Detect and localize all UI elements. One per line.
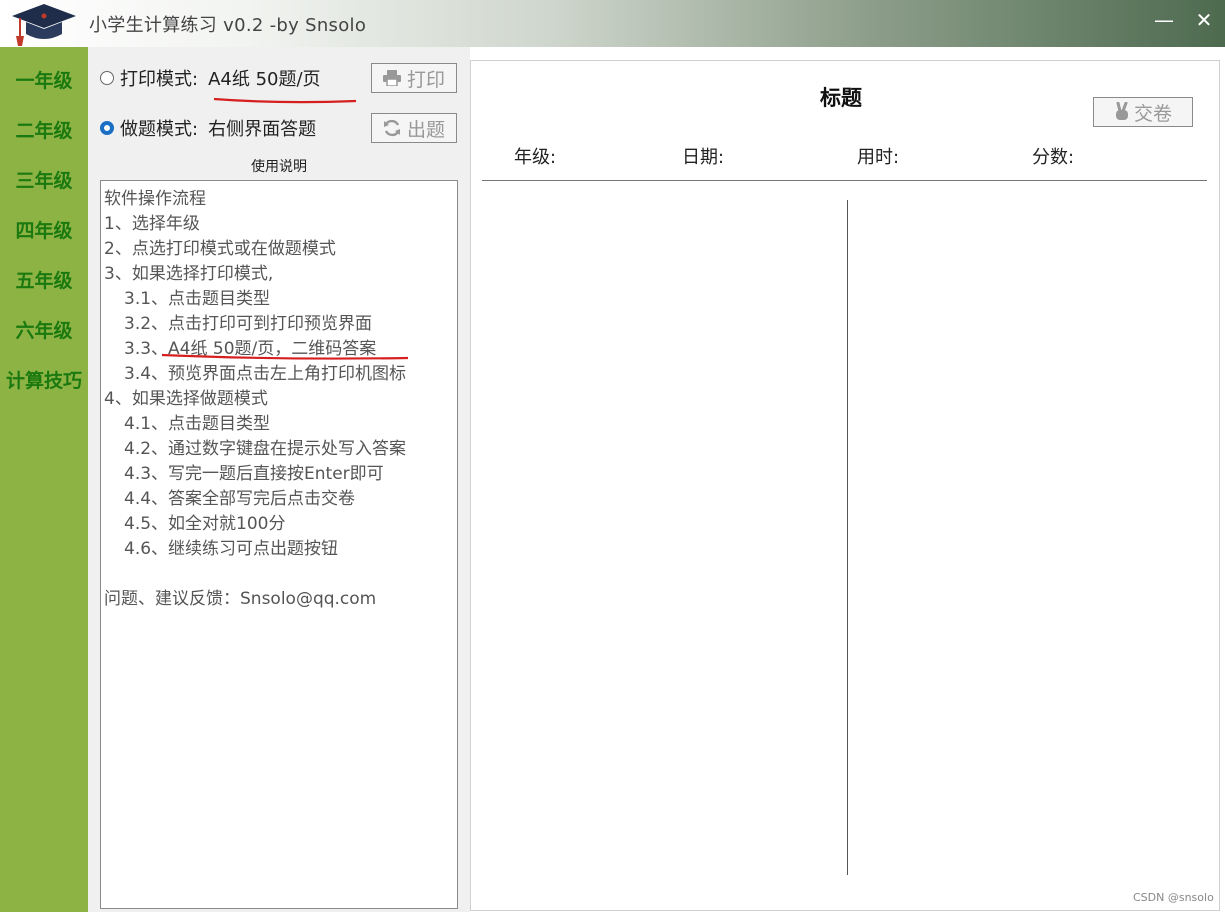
- sidebar-item-grade-1[interactable]: 一年级: [0, 63, 88, 99]
- help-line: 4.3、写完一题后直接按Enter即可: [124, 464, 384, 484]
- help-line: 4.6、继续练习可点出题按钮: [124, 539, 339, 559]
- practice-mode-radio[interactable]: 做题模式: 右侧界面答题: [100, 115, 316, 141]
- answer-sheet-panel: [470, 60, 1220, 911]
- sidebar-item-grade-2[interactable]: 二年级: [0, 113, 88, 149]
- radio-checked-icon[interactable]: [100, 121, 114, 135]
- help-line: 3.2、点击打印可到打印预览界面: [124, 314, 373, 334]
- watermark: CSDN @snsolo: [1133, 891, 1214, 904]
- title-bar: 小学生计算练习 v0.2 -by Snsolo — ✕: [0, 0, 1225, 47]
- submit-button[interactable]: 交卷: [1093, 97, 1193, 127]
- score-label: 分数:: [1032, 147, 1075, 168]
- sidebar-item-grade-4[interactable]: 四年级: [0, 213, 88, 249]
- help-line: 4、如果选择做题模式: [104, 389, 268, 409]
- sidebar-item-grade-5[interactable]: 五年级: [0, 263, 88, 299]
- grade-label: 年级:: [514, 147, 557, 168]
- refresh-icon: [383, 119, 400, 137]
- help-line: 2、点选打印模式或在做题模式: [104, 239, 336, 259]
- generate-button[interactable]: 出题: [371, 113, 457, 143]
- help-line: 4.2、通过数字键盘在提示处写入答案: [124, 439, 407, 459]
- help-line: 3.4、预览界面点击左上角打印机图标: [124, 364, 407, 384]
- practice-mode-label: 做题模式:: [120, 119, 199, 140]
- help-line: 4.5、如全对就100分: [124, 514, 286, 534]
- minimize-button[interactable]: —: [1150, 8, 1178, 32]
- red-annotation-underline: [213, 97, 357, 104]
- print-mode-radio[interactable]: 打印模式: A4纸 50题/页: [100, 65, 321, 91]
- help-line: 4.1、点击题目类型: [124, 414, 271, 434]
- close-button[interactable]: ✕: [1190, 8, 1218, 32]
- help-title: 使用说明: [251, 159, 307, 175]
- generate-button-label: 出题: [406, 118, 445, 141]
- column-divider: [847, 200, 848, 875]
- date-label: 日期:: [682, 147, 725, 168]
- sidebar-item-calc-tips[interactable]: 计算技巧: [0, 363, 88, 399]
- victory-hand-icon: [1115, 102, 1128, 120]
- help-line: 软件操作流程: [104, 189, 206, 209]
- radio-unchecked-icon[interactable]: [100, 71, 114, 85]
- header-divider: [482, 180, 1207, 181]
- help-feedback-line: 问题、建议反馈：Snsolo@qq.com: [104, 589, 377, 609]
- sidebar-item-grade-6[interactable]: 六年级: [0, 313, 88, 349]
- help-line: 3、如果选择打印模式,: [104, 264, 274, 284]
- print-mode-desc: A4纸 50题/页: [208, 69, 321, 90]
- submit-button-label: 交卷: [1133, 102, 1172, 125]
- window-title: 小学生计算练习 v0.2 -by Snsolo: [89, 15, 367, 36]
- sheet-title: 标题: [820, 86, 862, 110]
- print-button-label: 打印: [406, 68, 445, 91]
- print-mode-label: 打印模式:: [120, 69, 199, 90]
- help-line: 3.1、点击题目类型: [124, 289, 271, 309]
- print-button[interactable]: 打印: [371, 63, 457, 93]
- printer-icon: [382, 70, 401, 86]
- help-line: 4.4、答案全部写完后点击交卷: [124, 489, 356, 509]
- time-label: 用时:: [857, 147, 900, 168]
- help-line: 1、选择年级: [104, 214, 200, 234]
- practice-mode-desc: 右侧界面答题: [208, 119, 317, 140]
- graduation-cap-icon: [12, 4, 76, 46]
- sidebar-item-grade-3[interactable]: 三年级: [0, 163, 88, 199]
